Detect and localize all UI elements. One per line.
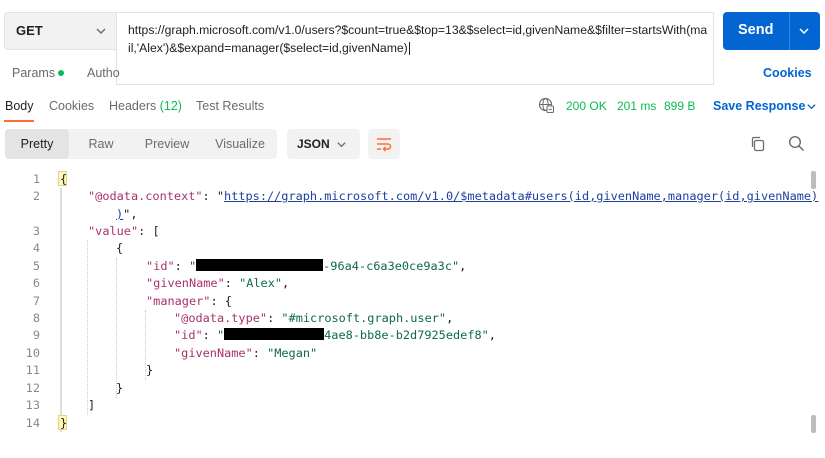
chevron-down-icon[interactable]	[806, 101, 817, 112]
line-number: 13	[25, 398, 40, 412]
line-number: 2	[32, 189, 40, 203]
globe-icon[interactable]	[538, 97, 554, 113]
code-line: "@odata.context": "https://graph.microso…	[88, 189, 819, 203]
fold-guide	[87, 240, 89, 415]
line-number: 6	[32, 276, 40, 290]
tab-response-cookies[interactable]: Cookies	[49, 99, 94, 113]
vertical-scrollbar-thumb[interactable]	[811, 171, 816, 189]
line-number: 12	[25, 381, 40, 395]
wrap-lines-icon	[377, 138, 392, 152]
line-number: 1	[32, 172, 40, 186]
code-line: {	[116, 241, 124, 255]
code-line: }	[146, 363, 154, 377]
line-number: 14	[25, 416, 40, 430]
tab-headers-label: Headers	[109, 99, 157, 113]
tab-headers[interactable]: Headers (12)	[109, 99, 182, 113]
code-line: {	[60, 172, 68, 186]
line-number: 8	[32, 311, 40, 325]
response-size[interactable]: 899 B	[664, 99, 695, 113]
fold-guide	[60, 188, 62, 432]
tab-test-results[interactable]: Test Results	[196, 99, 264, 113]
code-line: "id": " 4ae8-bb8e-b2d7925edef8",	[174, 328, 496, 342]
status-code[interactable]: 200 OK	[566, 99, 607, 113]
code-line: "givenName": "Alex",	[146, 276, 290, 290]
code-line: "id": " -96a4-c6a3e0ce9a3c",	[146, 259, 467, 273]
chevron-down-icon	[96, 28, 106, 34]
tab-params[interactable]: Params	[12, 66, 55, 80]
headers-count: (12)	[159, 99, 182, 113]
active-tab-indicator	[4, 120, 34, 122]
tab-authorization[interactable]: Autho	[87, 66, 120, 80]
code-line: }	[116, 381, 124, 395]
url-text: https://graph.microsoft.com/v1.0/users?$…	[128, 23, 708, 55]
redaction-bar	[224, 328, 325, 340]
cookies-link[interactable]: Cookies	[763, 66, 812, 80]
send-divider	[789, 12, 790, 50]
context-url-link[interactable]: https://graph.microsoft.com/v1.0/$metada…	[224, 189, 818, 203]
code-line: "manager": {	[146, 294, 232, 308]
view-pretty[interactable]: Pretty	[5, 129, 69, 159]
line-number: 10	[25, 346, 40, 360]
format-select[interactable]: JSON	[287, 129, 360, 159]
response-time[interactable]: 201 ms	[617, 99, 656, 113]
line-number: 4	[32, 241, 40, 255]
view-raw[interactable]: Raw	[69, 129, 133, 159]
view-mode-switcher: Pretty Raw Preview Visualize	[5, 129, 277, 159]
wrap-lines-button[interactable]	[368, 129, 400, 159]
line-number: 3	[32, 224, 40, 238]
code-line: ]	[88, 398, 96, 412]
method-select[interactable]: GET	[4, 12, 116, 50]
redaction-bar	[196, 259, 324, 271]
tab-body[interactable]: Body	[5, 99, 34, 113]
line-number: 9	[32, 328, 40, 342]
code-line: }	[60, 416, 68, 430]
send-label: Send	[738, 22, 774, 38]
copy-icon[interactable]	[750, 136, 766, 152]
params-indicator-dot	[58, 70, 64, 76]
code-line: "value": [	[88, 224, 160, 238]
code-line: "@odata.type": "#microsoft.graph.user",	[174, 311, 454, 325]
send-button[interactable]: Send	[723, 12, 820, 50]
chevron-down-icon[interactable]	[798, 25, 810, 37]
method-label: GET	[16, 23, 43, 38]
code-line: "givenName": "Megan"	[174, 346, 318, 360]
text-caret	[408, 42, 410, 56]
url-input[interactable]: https://graph.microsoft.com/v1.0/users?$…	[116, 12, 714, 85]
chevron-down-icon	[337, 142, 346, 148]
search-icon[interactable]	[788, 135, 805, 152]
save-response-button[interactable]: Save Response	[713, 99, 805, 113]
response-body[interactable]: 1 2 3 4 5 6 7 8 9 10 11 12 13 14 { "@oda…	[0, 170, 818, 458]
fold-guide	[116, 258, 118, 398]
line-number: 7	[32, 294, 40, 308]
view-preview[interactable]: Preview	[133, 129, 201, 159]
format-label: JSON	[297, 137, 330, 151]
horizontal-scroll-indicator[interactable]	[811, 415, 816, 433]
line-number: 5	[32, 259, 40, 273]
code-line: )",	[116, 207, 138, 221]
view-visualize[interactable]: Visualize	[203, 129, 277, 159]
line-number: 11	[25, 363, 40, 377]
